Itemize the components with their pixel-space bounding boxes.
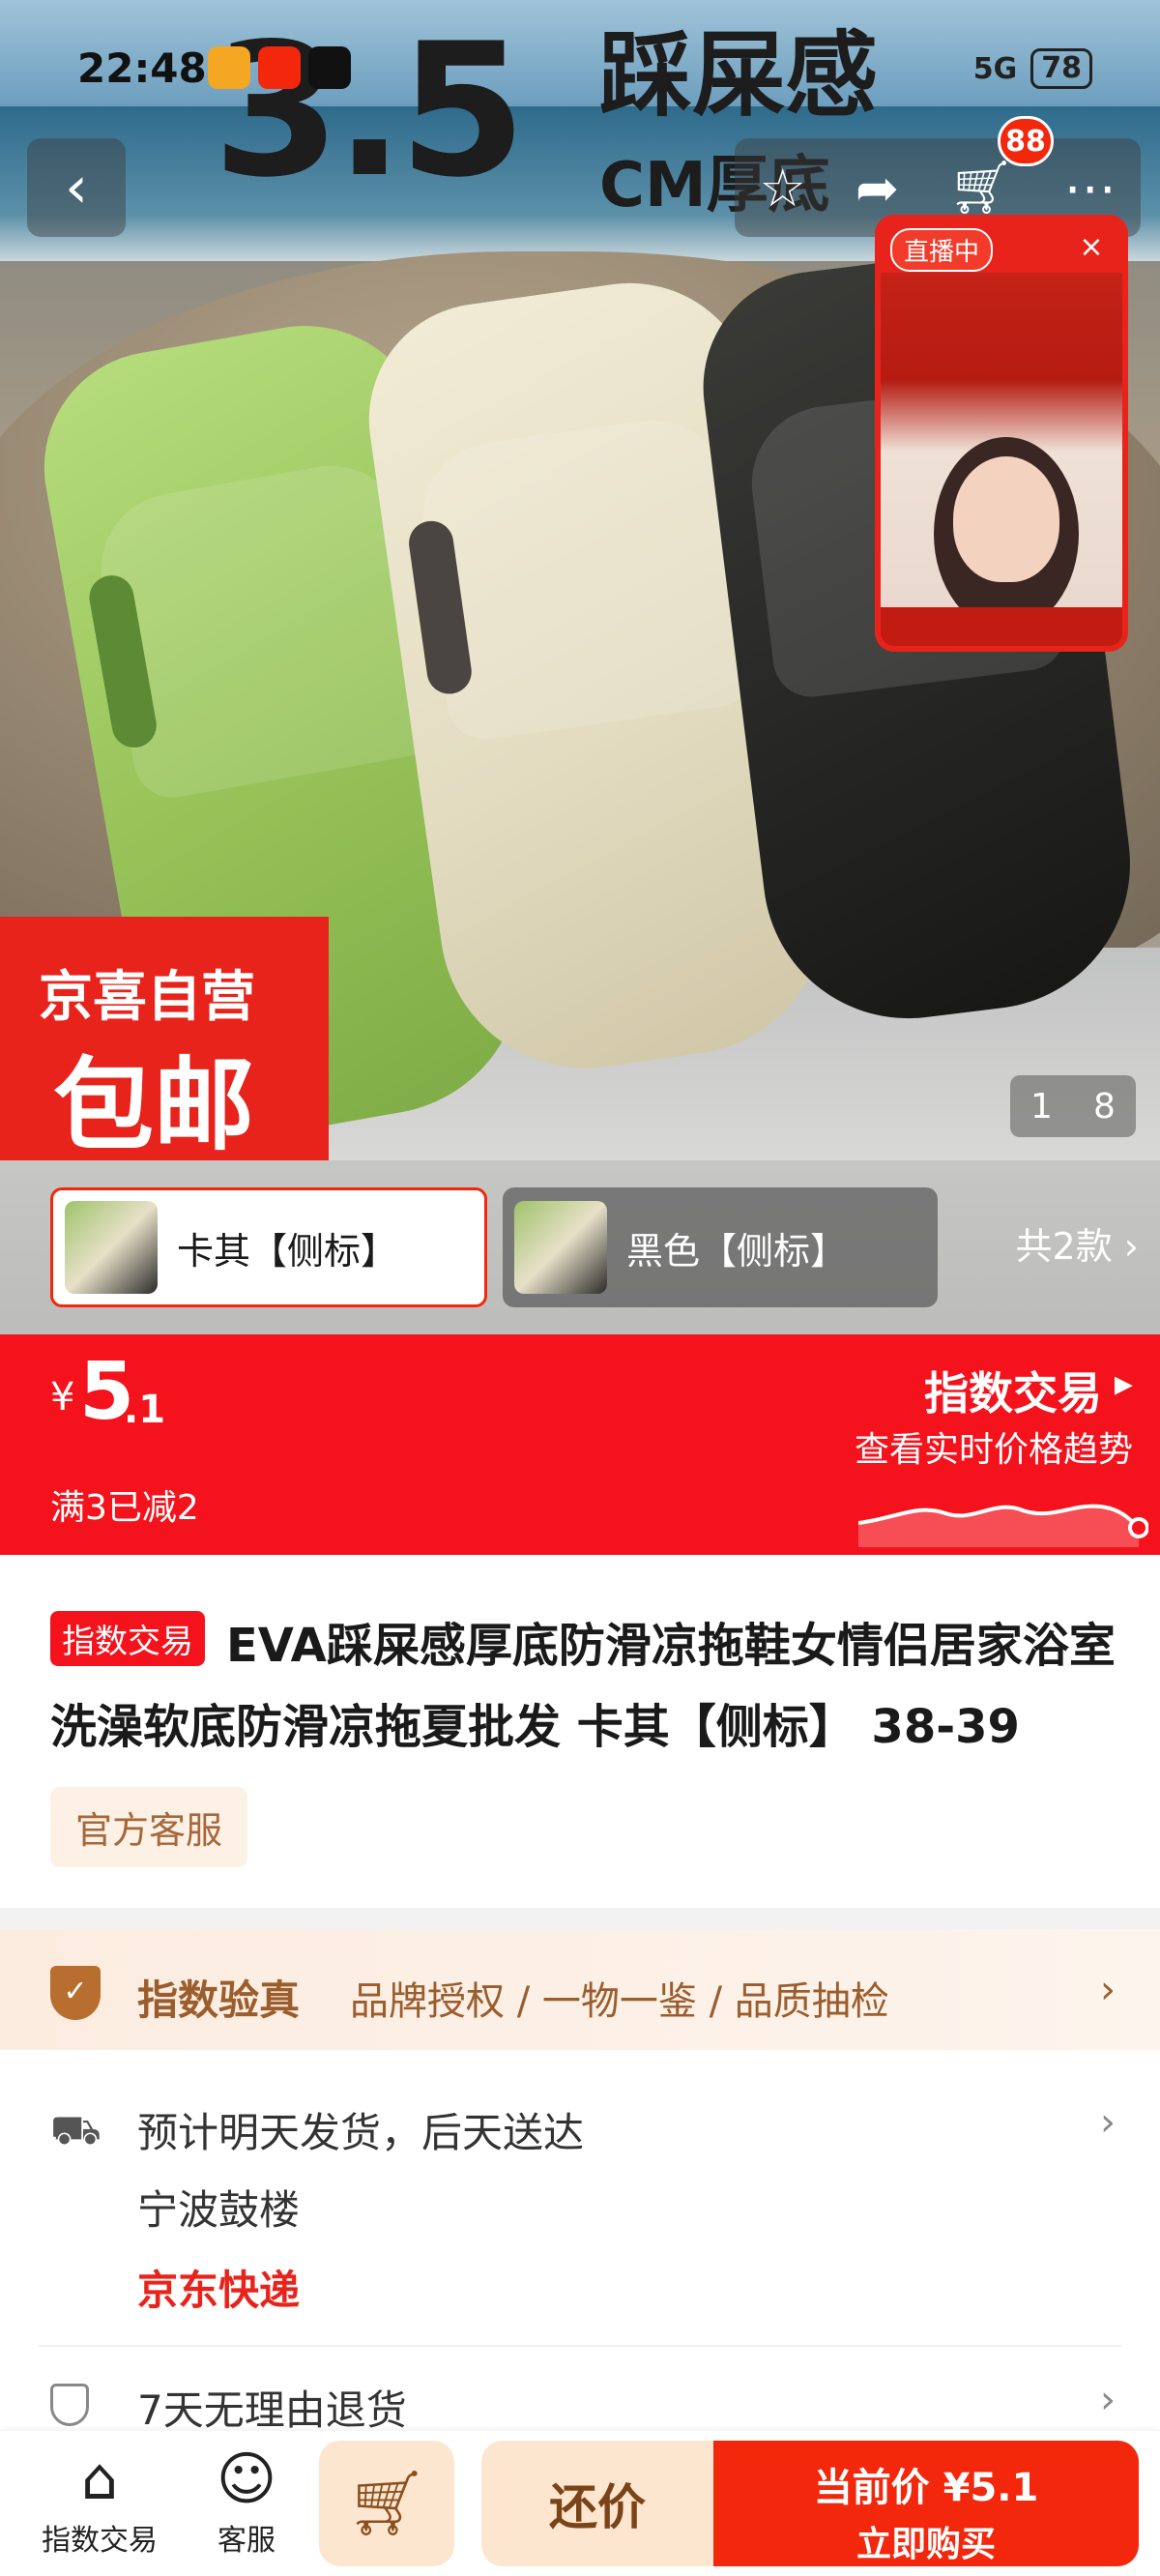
live-stream-window[interactable]: 直播中 × — [875, 215, 1128, 652]
status-bar: 22:48 5G 78 — [0, 39, 1160, 97]
shipping-origin: 宁波鼓楼 — [137, 2186, 301, 2234]
shipping-eta: 预计明天发货，后天送达 — [137, 2109, 585, 2156]
variant-thumbnail — [65, 1201, 158, 1294]
share-icon[interactable]: ➦ — [856, 158, 899, 219]
app-notification-icon — [258, 46, 301, 89]
chevron-right-icon: › — [1100, 2100, 1116, 2145]
status-time: 22:48 — [77, 44, 207, 92]
favorite-star-icon[interactable]: ☆ — [759, 158, 805, 219]
return-policy-text: 7天无理由退货 — [137, 2386, 407, 2434]
price-bar: ¥ 5 .1 满3已减2 指数交易 ▸ 查看实时价格趋势 — [0, 1334, 1160, 1555]
shop-badge-line2: 包邮 — [53, 1046, 255, 1164]
chevron-right-icon: › — [1123, 1225, 1139, 1268]
product-title: EVA踩屎感厚底防滑凉拖鞋女情侣居家浴室洗澡软底防滑凉拖夏批发 卡其【侧标】 3… — [50, 1619, 1116, 1754]
shipping-carrier: 京东快递 — [137, 2267, 301, 2314]
chevron-right-icon: ▸ — [1114, 1361, 1133, 1404]
buy-now-button[interactable]: 当前价 ¥5.1 立即购买 — [713, 2441, 1139, 2566]
chevron-right-icon: › — [1100, 2378, 1116, 2422]
price-trend-sparkline-icon — [858, 1504, 1148, 1547]
pager-total: 8 — [1093, 1086, 1116, 1127]
index-trade-link[interactable]: 指数交易 — [924, 1359, 1102, 1422]
app-notification-icon — [208, 46, 250, 89]
live-video — [881, 273, 1122, 630]
variant-thumbnail — [514, 1201, 607, 1294]
pager-current: 1 — [1030, 1086, 1053, 1127]
live-badge: 直播中 — [890, 228, 994, 272]
shop-badge: 京喜自营 包邮 — [0, 917, 329, 1164]
promo-text: 满3已减2 — [50, 1488, 199, 1528]
truck-icon: ⛟ — [50, 2106, 102, 2153]
variant-option-black[interactable]: 黑色【侧标】 — [503, 1187, 938, 1307]
back-button[interactable]: ‹ — [27, 138, 126, 237]
chevron-left-icon: ‹ — [65, 154, 88, 221]
product-title-section: EVA踩屎感厚底防滑凉拖鞋女情侣居家浴室洗澡软底防滑凉拖夏批发 卡其【侧标】 3… — [0, 1555, 1160, 1908]
return-policy-row[interactable]: 7天无理由退货 › — [0, 2347, 1160, 2444]
verify-name: 指数验真 — [137, 1976, 301, 2024]
variant-count-link[interactable]: 共2款 › — [1016, 1216, 1139, 1270]
cart-count-badge: 88 — [998, 116, 1054, 166]
current-price-label: 当前价 ¥5.1 — [813, 2466, 1039, 2510]
add-to-cart-button[interactable]: 🛒︎ — [319, 2441, 454, 2566]
shop-badge-line1: 京喜自营 — [39, 966, 255, 1029]
buy-now-label: 立即购买 — [856, 2525, 996, 2564]
notification-icons — [208, 46, 351, 89]
network-indicator: 5G — [972, 51, 1018, 86]
section-gap — [0, 1908, 1160, 1929]
price-trend-link[interactable]: 查看实时价格趋势 — [855, 1421, 1133, 1472]
index-trade-tag: 指数交易 — [50, 1611, 205, 1666]
verify-desc: 品牌授权 / 一物一鉴 / 品质抽检 — [350, 1979, 889, 2024]
cart-icon[interactable]: 🛒︎ — [948, 157, 1015, 219]
store-icon: ⌂ — [80, 2445, 119, 2513]
bargain-button[interactable]: 还价 — [481, 2441, 713, 2566]
variant-label: 卡其【侧标】 — [177, 1229, 398, 1273]
close-icon[interactable]: × — [1072, 228, 1111, 267]
bottom-action-bar: ⌂ 指数交易 ☺ 客服 🛒︎ 还价 当前价 ¥5.1 立即购买 — [0, 2431, 1160, 2576]
chevron-right-icon: › — [1100, 1968, 1116, 2012]
price-decimal: .1 — [124, 1388, 166, 1432]
variant-option-khaki[interactable]: 卡其【侧标】 — [50, 1187, 487, 1307]
battery-indicator: 78 — [1030, 48, 1092, 89]
index-trade-tab[interactable]: ⌂ 指数交易 — [27, 2446, 172, 2559]
shipping-row[interactable]: ⛟ 预计明天发货，后天送达 宁波鼓楼 京东快递 › — [0, 2050, 1160, 2345]
verified-shield-icon: ✓ — [50, 1966, 101, 2020]
variant-selector: 卡其【侧标】 黑色【侧标】 共2款 › — [0, 1160, 1160, 1334]
shield-icon — [50, 2384, 89, 2426]
index-trade-label: 指数交易 — [42, 2524, 158, 2558]
verification-row[interactable]: ✓ 指数验真 品牌授权 / 一物一鉴 / 品质抽检 › — [0, 1929, 1160, 2050]
cart-plus-icon: 🛒︎ — [346, 2466, 427, 2540]
service-label: 客服 — [218, 2524, 276, 2558]
smile-icon: ☺ — [216, 2445, 277, 2513]
image-pager: 1 8 — [1010, 1075, 1136, 1137]
variant-label: 黑色【侧标】 — [626, 1229, 848, 1273]
price-currency: ¥ — [50, 1375, 75, 1420]
official-service-button[interactable]: 官方客服 — [50, 1787, 248, 1867]
more-icon[interactable]: ⋯ — [1064, 158, 1116, 219]
customer-service-tab[interactable]: ☺ 客服 — [193, 2446, 300, 2559]
tiktok-icon — [308, 46, 351, 89]
